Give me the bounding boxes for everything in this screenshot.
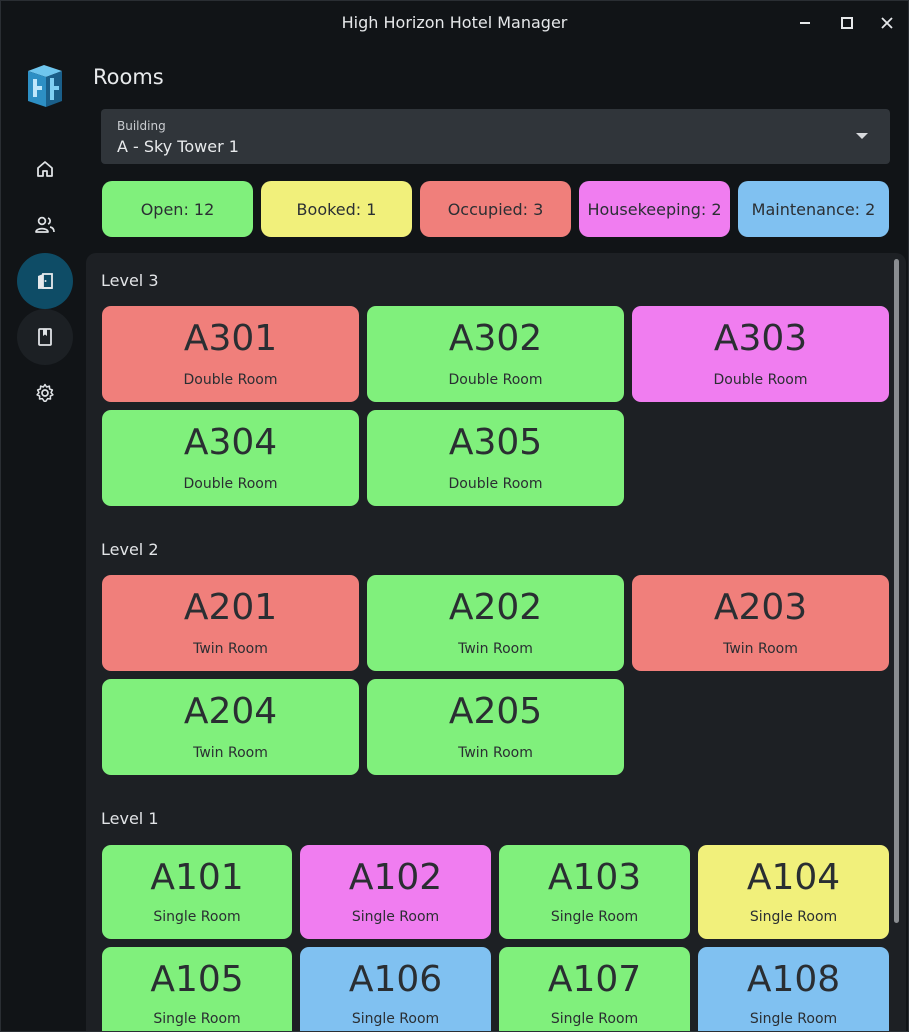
room-card[interactable]: A103 Single Room xyxy=(499,845,690,939)
status-chip-booked[interactable]: Booked: 1 xyxy=(261,181,412,237)
room-type: Double Room xyxy=(448,476,543,492)
room-card[interactable]: A304 Double Room xyxy=(102,410,359,506)
nav-settings[interactable] xyxy=(17,365,73,421)
minimize-icon xyxy=(800,22,810,24)
level-label: Level 2 xyxy=(101,540,159,559)
room-number: A104 xyxy=(746,857,841,898)
building-select-label: Building xyxy=(117,119,166,133)
room-number: A103 xyxy=(547,857,642,898)
room-card[interactable]: A104 Single Room xyxy=(698,845,889,939)
room-card[interactable]: A301 Double Room xyxy=(102,306,359,402)
room-type: Double Room xyxy=(713,372,808,388)
page-title: Rooms xyxy=(93,65,164,89)
room-type: Twin Room xyxy=(458,745,533,761)
room-type: Double Room xyxy=(183,372,278,388)
room-number: A204 xyxy=(183,691,278,732)
minimize-button[interactable] xyxy=(793,11,817,35)
room-type: Single Room xyxy=(550,909,639,925)
room-type: Single Room xyxy=(749,909,838,925)
room-number: A202 xyxy=(448,587,543,628)
sidebar xyxy=(1,45,87,1031)
room-type: Single Room xyxy=(550,1011,639,1027)
room-card[interactable]: A101 Single Room xyxy=(102,845,292,939)
building-select[interactable]: Building A - Sky Tower 1 xyxy=(101,109,890,164)
home-icon xyxy=(37,161,53,177)
room-type: Twin Room xyxy=(458,641,533,657)
room-card[interactable]: A203 Twin Room xyxy=(632,575,889,671)
room-card[interactable]: A105 Single Room xyxy=(102,947,292,1031)
room-card[interactable]: A205 Twin Room xyxy=(367,679,624,775)
nav-guests[interactable] xyxy=(17,197,73,253)
room-type: Single Room xyxy=(351,909,440,925)
status-summary: Open: 12 Booked: 1 Occupied: 3 Housekeep… xyxy=(102,181,890,237)
room-number: A203 xyxy=(713,587,808,628)
status-chip-occupied[interactable]: Occupied: 3 xyxy=(420,181,571,237)
caret-down-icon xyxy=(856,133,868,139)
title-bar: High Horizon Hotel Manager xyxy=(1,1,908,45)
building-select-value: A - Sky Tower 1 xyxy=(117,137,239,156)
room-card[interactable]: A102 Single Room xyxy=(300,845,491,939)
room-number: A108 xyxy=(746,959,841,1000)
room-number: A201 xyxy=(183,587,278,628)
guests-icon xyxy=(35,216,55,233)
room-card[interactable]: A107 Single Room xyxy=(499,947,690,1031)
room-card[interactable]: A106 Single Room xyxy=(300,947,491,1031)
maximize-icon xyxy=(841,17,853,29)
room-number: A305 xyxy=(448,422,543,463)
nav-bookings[interactable] xyxy=(17,309,73,365)
nav-rooms[interactable] xyxy=(17,253,73,309)
close-button[interactable] xyxy=(875,11,899,35)
room-type: Single Room xyxy=(153,1011,241,1027)
rooms-door-icon xyxy=(38,273,53,289)
room-type: Twin Room xyxy=(193,641,268,657)
room-card[interactable]: A201 Twin Room xyxy=(102,575,359,671)
app-window: High Horizon Hotel Manager Rooms Buildin… xyxy=(0,0,909,1032)
settings-gear-icon xyxy=(36,383,54,402)
room-type: Single Room xyxy=(351,1011,440,1027)
room-number: A302 xyxy=(448,318,543,359)
room-type: Double Room xyxy=(183,476,278,492)
maximize-button[interactable] xyxy=(835,11,859,35)
level-label: Level 3 xyxy=(101,271,159,290)
bookings-book-icon xyxy=(38,328,52,346)
window-title: High Horizon Hotel Manager xyxy=(341,13,568,32)
room-type: Double Room xyxy=(448,372,543,388)
room-card[interactable]: A108 Single Room xyxy=(698,947,889,1031)
room-card[interactable]: A303 Double Room xyxy=(632,306,889,402)
room-card[interactable]: A305 Double Room xyxy=(367,410,624,506)
room-number: A205 xyxy=(448,691,543,732)
status-chip-housekeeping[interactable]: Housekeeping: 2 xyxy=(579,181,730,237)
room-card[interactable]: A202 Twin Room xyxy=(367,575,624,671)
room-number: A107 xyxy=(547,959,642,1000)
room-card[interactable]: A302 Double Room xyxy=(367,306,624,402)
room-number: A304 xyxy=(183,422,278,463)
room-number: A102 xyxy=(348,857,443,898)
close-icon xyxy=(881,17,893,29)
room-type: Twin Room xyxy=(723,641,798,657)
nav-home[interactable] xyxy=(17,141,73,197)
room-type: Single Room xyxy=(153,909,241,925)
app-logo-icon xyxy=(24,61,66,111)
room-number: A106 xyxy=(348,959,443,1000)
room-number: A101 xyxy=(150,857,244,898)
room-card[interactable]: A204 Twin Room xyxy=(102,679,359,775)
room-number: A303 xyxy=(713,318,808,359)
room-type: Twin Room xyxy=(193,745,268,761)
room-number: A301 xyxy=(183,318,278,359)
room-type: Single Room xyxy=(749,1011,838,1027)
level-label: Level 1 xyxy=(101,809,159,828)
status-chip-open[interactable]: Open: 12 xyxy=(102,181,253,237)
status-chip-maintenance[interactable]: Maintenance: 2 xyxy=(738,181,889,237)
rooms-scrollbar[interactable] xyxy=(894,259,899,923)
room-number: A105 xyxy=(150,959,244,1000)
